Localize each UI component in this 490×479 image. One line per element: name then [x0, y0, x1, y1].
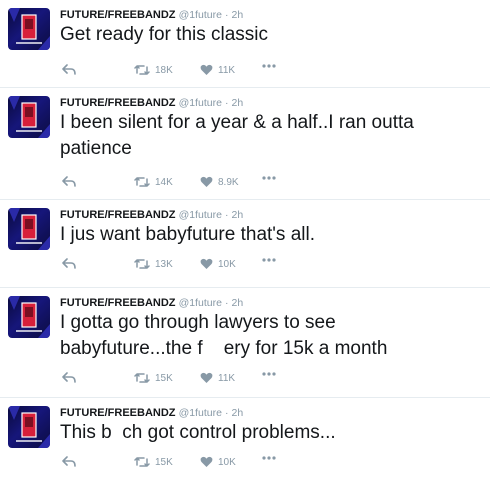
- separator: ·: [224, 407, 229, 419]
- tweet-text: I been silent for a year & a half..I ran…: [60, 112, 414, 159]
- timestamp[interactable]: 2h: [232, 9, 244, 21]
- timestamp[interactable]: 2h: [232, 209, 244, 221]
- like-count: 11K: [218, 372, 236, 384]
- separator: ·: [224, 9, 229, 21]
- reply-button[interactable]: [62, 372, 76, 384]
- reply-button[interactable]: [62, 456, 76, 468]
- tweet-feed: FUTURE/FREEBANDZ @1future · 2h Get ready…: [0, 0, 490, 479]
- heart-icon: [200, 456, 213, 467]
- retweet-button[interactable]: 18K: [134, 64, 173, 76]
- retweet-count: 13K: [155, 258, 173, 270]
- more-button[interactable]: [262, 176, 276, 180]
- reply-button[interactable]: [62, 258, 76, 270]
- reply-icon: [62, 258, 76, 269]
- tweet-text: This b ch got control problems...: [60, 422, 336, 443]
- tweet[interactable]: FUTURE/FREEBANDZ @1future · 2h I been si…: [0, 88, 490, 200]
- retweet-count: 15K: [155, 372, 173, 384]
- like-count: 10K: [218, 456, 236, 468]
- like-button[interactable]: 10K: [200, 258, 236, 270]
- user-name[interactable]: FUTURE/FREEBANDZ: [60, 209, 176, 221]
- separator: ·: [224, 297, 229, 309]
- retweet-button[interactable]: 15K: [134, 456, 173, 468]
- user-handle[interactable]: @1future: [179, 9, 222, 21]
- like-button[interactable]: 11K: [200, 372, 235, 384]
- tweet-header: FUTURE/FREEBANDZ @1future · 2h: [60, 296, 243, 310]
- user-handle[interactable]: @1future: [179, 407, 222, 419]
- retweet-count: 14K: [155, 176, 173, 188]
- user-name[interactable]: FUTURE/FREEBANDZ: [60, 97, 176, 109]
- retweet-button[interactable]: 14K: [134, 176, 173, 188]
- heart-icon: [200, 176, 213, 187]
- separator: ·: [224, 97, 229, 109]
- user-name[interactable]: FUTURE/FREEBANDZ: [60, 297, 176, 309]
- user-handle[interactable]: @1future: [179, 209, 222, 221]
- retweet-icon: [134, 457, 150, 467]
- retweet-icon: [134, 177, 150, 187]
- like-button[interactable]: 11K: [200, 64, 235, 76]
- reply-button[interactable]: [62, 176, 76, 188]
- timestamp[interactable]: 2h: [232, 97, 244, 109]
- tweet-header: FUTURE/FREEBANDZ @1future · 2h: [60, 208, 243, 222]
- reply-icon: [62, 176, 76, 187]
- retweet-button[interactable]: 15K: [134, 372, 173, 384]
- retweet-icon: [134, 259, 150, 269]
- more-icon: [262, 456, 276, 460]
- tweet-text: Get ready for this classic: [60, 24, 269, 45]
- user-name[interactable]: FUTURE/FREEBANDZ: [60, 9, 176, 21]
- more-button[interactable]: [262, 64, 276, 68]
- avatar[interactable]: [8, 96, 50, 138]
- more-button[interactable]: [262, 456, 276, 460]
- retweet-icon: [134, 373, 150, 383]
- separator: ·: [224, 209, 229, 221]
- tweet[interactable]: FUTURE/FREEBANDZ @1future · 2h This b ch…: [0, 398, 490, 479]
- timestamp[interactable]: 2h: [232, 297, 244, 309]
- avatar[interactable]: [8, 406, 50, 448]
- timestamp[interactable]: 2h: [232, 407, 244, 419]
- retweet-count: 18K: [155, 64, 173, 76]
- tweet-text: I jus want babyfuture that's all.: [60, 224, 315, 245]
- user-handle[interactable]: @1future: [179, 97, 222, 109]
- heart-icon: [200, 372, 213, 383]
- avatar[interactable]: [8, 296, 50, 338]
- more-button[interactable]: [262, 372, 276, 376]
- retweet-count: 15K: [155, 456, 173, 468]
- reply-icon: [62, 372, 76, 383]
- like-button[interactable]: 10K: [200, 456, 236, 468]
- tweet-text: I gotta go through lawyers to see babyfu…: [60, 312, 388, 359]
- tweet[interactable]: FUTURE/FREEBANDZ @1future · 2h Get ready…: [0, 0, 490, 88]
- like-count: 8.9K: [218, 176, 239, 188]
- retweet-icon: [134, 65, 150, 75]
- more-icon: [262, 258, 276, 262]
- tweet[interactable]: FUTURE/FREEBANDZ @1future · 2h I gotta g…: [0, 288, 490, 398]
- more-button[interactable]: [262, 258, 276, 262]
- tweet-header: FUTURE/FREEBANDZ @1future · 2h: [60, 96, 243, 110]
- like-button[interactable]: 8.9K: [200, 176, 239, 188]
- user-name[interactable]: FUTURE/FREEBANDZ: [60, 407, 176, 419]
- like-count: 10K: [218, 258, 236, 270]
- avatar[interactable]: [8, 8, 50, 50]
- more-icon: [262, 372, 276, 376]
- reply-icon: [62, 64, 76, 75]
- heart-icon: [200, 258, 213, 269]
- reply-button[interactable]: [62, 64, 76, 76]
- retweet-button[interactable]: 13K: [134, 258, 173, 270]
- avatar[interactable]: [8, 208, 50, 250]
- tweet[interactable]: FUTURE/FREEBANDZ @1future · 2h I jus wan…: [0, 200, 490, 288]
- tweet-header: FUTURE/FREEBANDZ @1future · 2h: [60, 406, 243, 420]
- user-handle[interactable]: @1future: [179, 297, 222, 309]
- more-icon: [262, 64, 276, 68]
- more-icon: [262, 176, 276, 180]
- reply-icon: [62, 456, 76, 467]
- like-count: 11K: [218, 64, 236, 76]
- tweet-header: FUTURE/FREEBANDZ @1future · 2h: [60, 8, 243, 22]
- heart-icon: [200, 64, 213, 75]
